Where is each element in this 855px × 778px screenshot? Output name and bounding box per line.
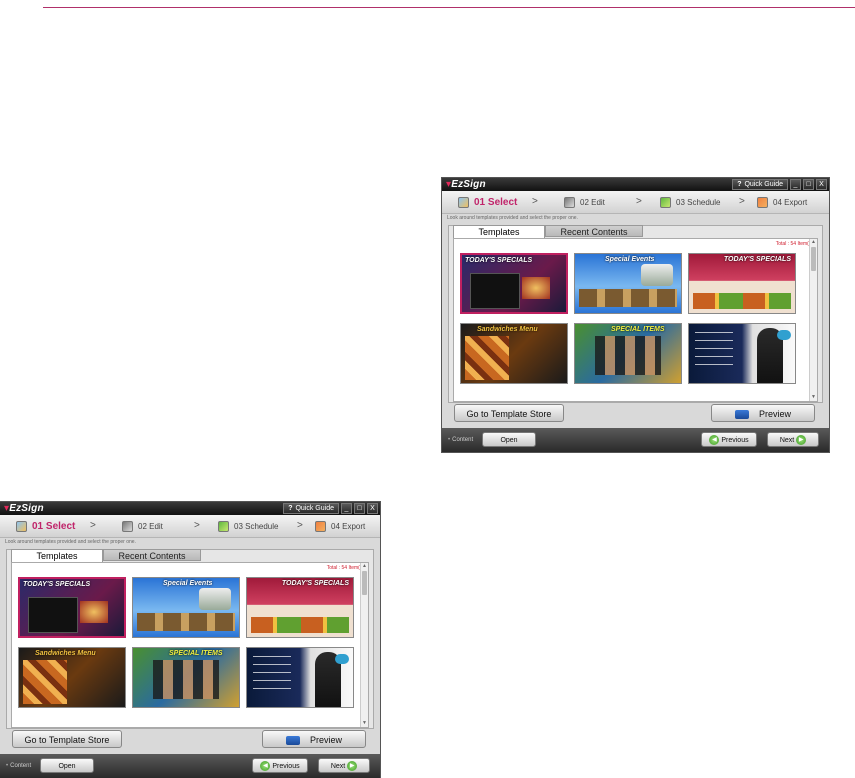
step-export[interactable]: 04 Export	[757, 191, 807, 213]
template-thumbnail[interactable]: TODAY'S SPECIALS	[688, 253, 796, 314]
bottom-bar: Content Open ◀ Previous Next ▶	[442, 428, 829, 452]
vertical-scrollbar[interactable]: ▲ ▼	[809, 239, 817, 401]
go-to-template-store-button[interactable]: Go to Template Store	[12, 730, 122, 748]
schedule-step-icon	[660, 196, 671, 208]
maximize-button[interactable]: □	[354, 503, 365, 514]
step-navigation: 01 Select > 02 Edit > 03 Schedule > 04 E…	[442, 191, 829, 214]
previous-button[interactable]: ◀ Previous	[701, 432, 757, 447]
step-arrow: >	[194, 520, 200, 531]
next-button[interactable]: Next ▶	[767, 432, 819, 447]
quick-guide-button[interactable]: ? Quick Guide	[283, 503, 339, 514]
step-select[interactable]: 01 Select	[9, 515, 92, 537]
tab-templates[interactable]: Templates	[11, 549, 103, 562]
scroll-down-icon[interactable]: ▼	[361, 720, 368, 727]
export-step-icon	[757, 196, 768, 208]
action-buttons: Go to Template Store Preview	[6, 729, 374, 749]
previous-button[interactable]: ◀ Previous	[252, 758, 308, 773]
help-icon: ?	[288, 505, 293, 512]
tab-templates[interactable]: Templates	[453, 225, 545, 238]
total-count: Total : 54 Item(s)	[326, 565, 364, 571]
scroll-up-icon[interactable]: ▲	[810, 239, 817, 246]
preview-button[interactable]: Preview	[262, 730, 366, 748]
monitor-icon	[734, 410, 749, 420]
edit-step-icon	[564, 196, 575, 208]
scroll-thumb[interactable]	[362, 571, 367, 595]
scroll-up-icon[interactable]: ▲	[361, 563, 368, 570]
tab-recent-contents[interactable]: Recent Contents	[545, 225, 643, 237]
step-edit[interactable]: 02 Edit	[564, 191, 605, 213]
step-edit[interactable]: 02 Edit	[122, 515, 163, 537]
close-button[interactable]: X	[816, 179, 827, 190]
arrow-left-icon: ◀	[260, 761, 271, 772]
ezsign-window-bottom: ▾EzSign ? Quick Guide _ □ X 01 Select > 0…	[0, 502, 380, 778]
template-thumbnail[interactable]: SPECIAL ITEMS	[574, 323, 682, 384]
ezsign-logo: ▾EzSign	[4, 503, 44, 514]
quick-guide-button[interactable]: ? Quick Guide	[732, 179, 788, 190]
top-divider-line	[43, 7, 855, 8]
template-thumbnail[interactable]: Sandwiches Menu	[18, 647, 126, 708]
action-buttons: Go to Template Store Preview	[448, 403, 823, 423]
vertical-scrollbar[interactable]: ▲ ▼	[360, 563, 368, 727]
ezsign-window-top: ▾EzSign ? Quick Guide _ □ X 01 Select > 0…	[442, 178, 829, 452]
step-schedule[interactable]: 03 Schedule	[218, 515, 278, 537]
scroll-down-icon[interactable]: ▼	[810, 394, 817, 401]
instruction-text: Look around templates provided and selec…	[5, 539, 136, 545]
scroll-thumb[interactable]	[811, 247, 816, 271]
step-select[interactable]: 01 Select	[451, 191, 534, 213]
help-icon: ?	[737, 181, 742, 188]
total-count: Total : 54 Item(s)	[775, 241, 813, 247]
step-arrow: >	[739, 196, 745, 207]
template-thumbnail[interactable]: TODAY'S SPECIALS	[246, 577, 354, 638]
schedule-step-icon	[218, 520, 229, 532]
open-button[interactable]: Open	[482, 432, 536, 447]
template-grid: Total : 54 Item(s) TODAY'S SPECIALS Spec…	[453, 238, 818, 402]
monitor-icon	[285, 736, 300, 746]
step-arrow: >	[90, 520, 96, 531]
template-thumbnail[interactable]: Special Events	[574, 253, 682, 314]
template-thumbnail[interactable]: TODAY'S SPECIALS	[18, 577, 126, 638]
maximize-button[interactable]: □	[803, 179, 814, 190]
template-panel: Templates Recent Contents Total : 54 Ite…	[448, 225, 823, 403]
edit-step-icon	[122, 520, 133, 532]
step-arrow: >	[636, 196, 642, 207]
ezsign-logo: ▾EzSign	[446, 179, 486, 190]
template-thumbnail[interactable]	[688, 323, 796, 384]
minimize-button[interactable]: _	[341, 503, 352, 514]
title-bar: ▾EzSign ? Quick Guide _ □ X	[442, 178, 829, 191]
instruction-text: Look around templates provided and selec…	[447, 215, 578, 221]
template-thumbnail[interactable]: TODAY'S SPECIALS	[460, 253, 568, 314]
open-button[interactable]: Open	[40, 758, 94, 773]
content-label: Content	[6, 754, 31, 778]
step-schedule[interactable]: 03 Schedule	[660, 191, 720, 213]
arrow-right-icon: ▶	[796, 435, 807, 446]
arrow-left-icon: ◀	[709, 435, 720, 446]
step-export[interactable]: 04 Export	[315, 515, 365, 537]
select-step-icon	[16, 520, 27, 532]
arrow-right-icon: ▶	[347, 761, 358, 772]
step-arrow: >	[532, 196, 538, 207]
tab-recent-contents[interactable]: Recent Contents	[103, 549, 201, 561]
bottom-bar: Content Open ◀ Previous Next ▶	[0, 754, 380, 778]
preview-button[interactable]: Preview	[711, 404, 815, 422]
template-thumbnail[interactable]	[246, 647, 354, 708]
step-arrow: >	[297, 520, 303, 531]
template-thumbnail[interactable]: Sandwiches Menu	[460, 323, 568, 384]
step-navigation: 01 Select > 02 Edit > 03 Schedule > 04 E…	[0, 515, 380, 538]
template-thumbnail[interactable]: SPECIAL ITEMS	[132, 647, 240, 708]
template-thumbnail[interactable]: Special Events	[132, 577, 240, 638]
export-step-icon	[315, 520, 326, 532]
select-step-icon	[458, 196, 469, 208]
template-grid: Total : 54 Item(s) TODAY'S SPECIALS Spec…	[11, 562, 369, 728]
close-button[interactable]: X	[367, 503, 378, 514]
content-label: Content	[448, 428, 473, 452]
minimize-button[interactable]: _	[790, 179, 801, 190]
title-bar: ▾EzSign ? Quick Guide _ □ X	[0, 502, 380, 515]
go-to-template-store-button[interactable]: Go to Template Store	[454, 404, 564, 422]
template-panel: Templates Recent Contents Total : 54 Ite…	[6, 549, 374, 729]
next-button[interactable]: Next ▶	[318, 758, 370, 773]
